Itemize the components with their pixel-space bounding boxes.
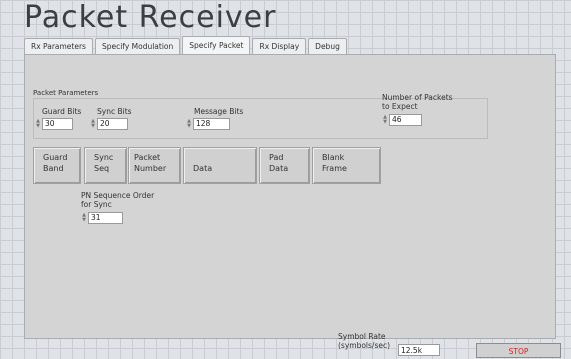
tab-specify-modulation[interactable]: Specify Modulation	[94, 38, 181, 54]
num-packets-label: Number of Packets to Expect	[382, 93, 453, 111]
packet-field-sync-seq: Sync Seq	[84, 147, 127, 184]
spinner-arrows-icon[interactable]: ▲ ▼	[35, 119, 41, 130]
symbol-rate-input[interactable]: 12.5k	[398, 344, 440, 356]
guard-bits-input[interactable]: 30	[42, 118, 73, 130]
symbol-rate-label: Symbol Rate (symbols/sec)	[338, 332, 390, 350]
spinner-arrows-icon[interactable]: ▲ ▼	[81, 213, 87, 224]
packet-field-data: Data	[183, 147, 257, 184]
spinner-arrows-icon[interactable]: ▲ ▼	[90, 119, 96, 130]
message-bits-control: ▲ ▼ 128	[186, 118, 230, 130]
packet-parameters-label: Packet Parameters	[33, 89, 99, 97]
packet-field-line2: Seq	[94, 164, 110, 173]
pn-sequence-label-line1: PN Sequence Order	[81, 191, 155, 200]
packet-field-line1: Guard	[43, 153, 68, 162]
tab-specify-packet[interactable]: Specify Packet	[182, 36, 251, 54]
message-bits-input[interactable]: 128	[193, 118, 230, 130]
pn-sequence-label-line2: for Sync	[81, 200, 112, 209]
num-packets-label-line1: Number of Packets	[382, 93, 453, 102]
pn-sequence-input[interactable]: 31	[88, 212, 123, 224]
packet-field-line1: Blank	[322, 153, 345, 162]
symbol-rate-label-line1: Symbol Rate	[338, 332, 386, 341]
sync-bits-control: ▲ ▼ 20	[90, 118, 128, 130]
tab-bar: Rx Parameters Specify Modulation Specify…	[24, 36, 349, 54]
packet-parameters-box: Guard Bits ▲ ▼ 30 Sync Bits ▲ ▼ 20 Message…	[33, 93, 488, 139]
packet-field-line1: Packet	[134, 153, 161, 162]
packet-field-line2: Data	[269, 164, 289, 173]
tab-rx-display[interactable]: Rx Display	[252, 38, 307, 54]
packet-field-line1: Sync	[94, 153, 114, 162]
packet-field-line2: Frame	[322, 164, 347, 173]
packet-field-line2: Band	[43, 164, 64, 173]
packet-field-packet-number: Packet Number	[128, 147, 181, 184]
packet-field-pad-data: Pad Data	[259, 147, 310, 184]
symbol-rate-label-line2: (symbols/sec)	[338, 341, 391, 350]
packet-field-guard-band: Guard Band	[33, 147, 81, 184]
sync-bits-label: Sync Bits	[97, 107, 132, 116]
pn-sequence-label: PN Sequence Order for Sync	[81, 191, 154, 209]
num-packets-label-line2: to Expect	[382, 102, 418, 111]
stop-button[interactable]: STOP	[476, 343, 561, 358]
window-title: Packet Receiver	[24, 0, 277, 35]
packet-field-line2: Data	[193, 164, 213, 173]
packet-field-line1: Pad	[269, 153, 284, 162]
guard-bits-control: ▲ ▼ 30	[35, 118, 73, 130]
spinner-arrows-icon[interactable]: ▲ ▼	[186, 119, 192, 130]
pn-sequence-control: ▲ ▼ 31	[81, 212, 123, 224]
tab-rx-parameters[interactable]: Rx Parameters	[24, 38, 93, 54]
sync-bits-input[interactable]: 20	[97, 118, 128, 130]
num-packets-input[interactable]: 46	[389, 114, 422, 126]
packet-field-line2: Number	[134, 164, 167, 173]
packet-field-blank-frame: Blank Frame	[312, 147, 381, 184]
spinner-arrows-icon[interactable]: ▲ ▼	[382, 115, 388, 126]
tab-debug[interactable]: Debug	[308, 38, 347, 54]
num-packets-control: ▲ ▼ 46	[382, 114, 422, 126]
message-bits-label: Message Bits	[194, 107, 244, 116]
guard-bits-label: Guard Bits	[42, 107, 82, 116]
tab-panel: Packet Parameters Guard Bits ▲ ▼ 30 Sync …	[24, 54, 556, 339]
